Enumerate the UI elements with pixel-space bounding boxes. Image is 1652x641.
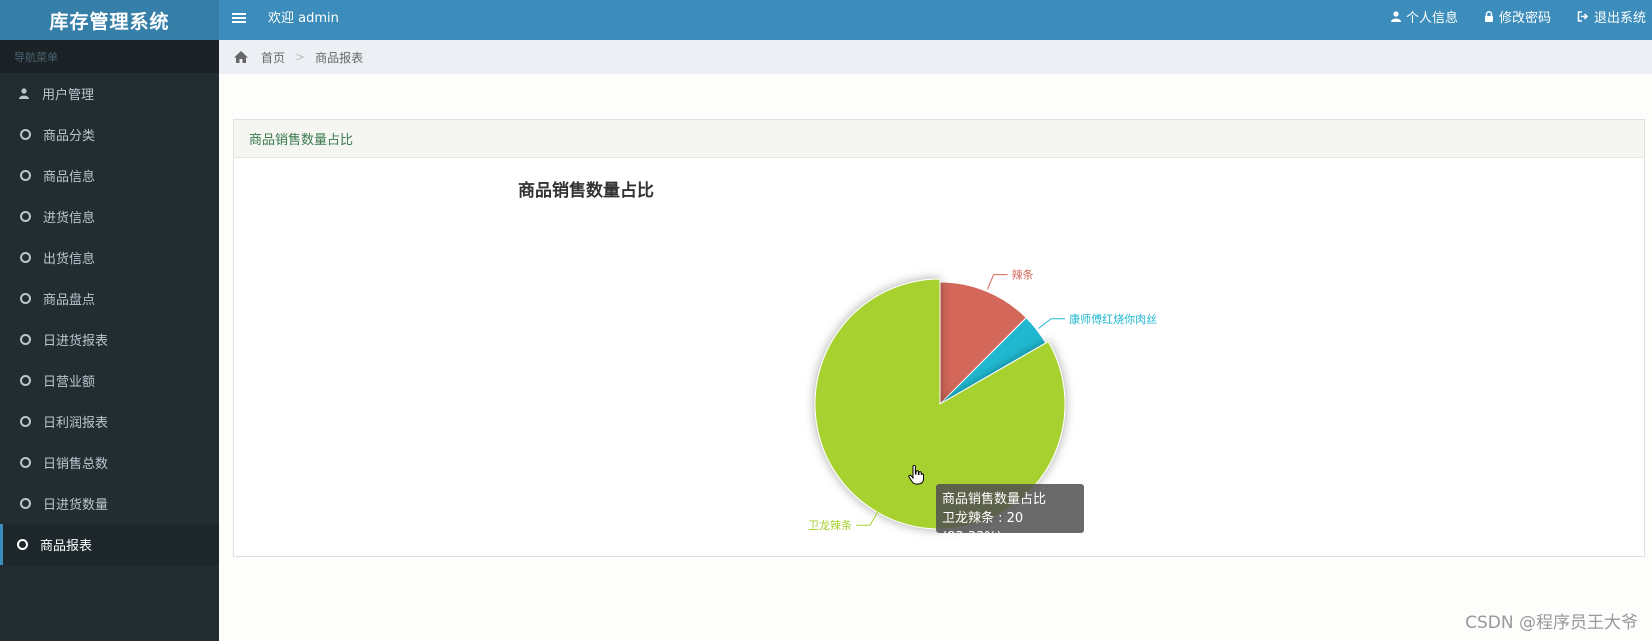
sidebar-item-label: 日进货报表 [43,334,109,349]
chart-tooltip: 商品销售数量占比 卫龙辣条 : 20 (83.33%) [936,484,1084,545]
user-icon [1390,10,1401,22]
circle-icon [20,129,31,140]
sidebar-item-label: 日利润报表 [43,416,109,431]
sidebar-item-user-management[interactable]: 用户管理 [0,73,219,114]
sidebar-item-daily-revenue[interactable]: 日营业额 [0,360,219,401]
breadcrumb-separator: > [295,50,306,64]
sidebar-item-daily-profit-report[interactable]: 日利润报表 [0,401,219,442]
app-brand[interactable]: 库存管理系统 [0,0,219,40]
sidebar-item-inventory-check[interactable]: 商品盘点 [0,278,219,319]
pie-slice-label: 卫龙辣条 [808,518,852,532]
circle-icon [20,293,31,304]
sidebar-item-label: 出货信息 [43,252,96,267]
chart-title: 商品销售数量占比 [518,180,654,201]
sidebar-item-daily-purchase-quantity[interactable]: 日进货数量 [0,483,219,524]
top-actions: 个人信息 修改密码 退出系统 [1390,0,1652,32]
pie-slice-label: 辣条 [1012,268,1034,282]
sidebar-item-label: 商品信息 [43,170,96,185]
sidebar: 导航菜单 用户管理 商品分类 商品信息 进货信息 出货信息 商品盘点 日进货报表… [0,40,219,641]
breadcrumb-home-link[interactable]: 首页 [261,49,285,66]
circle-icon [20,252,31,263]
panel-heading: 商品销售数量占比 [234,120,1644,158]
sidebar-item-label: 日销售总数 [43,457,109,472]
pie-leader-line [855,511,879,526]
sidebar-header: 导航菜单 [0,40,219,73]
profile-label: 个人信息 [1405,10,1458,26]
menu-toggle-icon[interactable] [232,11,246,25]
hand-cursor-icon [908,465,924,485]
sidebar-item-label: 日营业额 [43,375,96,390]
sidebar-menu: 用户管理 商品分类 商品信息 进货信息 出货信息 商品盘点 日进货报表 日营业额… [0,73,219,565]
sign-out-icon [1577,10,1589,22]
sidebar-item-shipment-info[interactable]: 出货信息 [0,237,219,278]
lock-icon [1484,10,1493,22]
circle-icon [17,539,28,550]
tooltip-value: 卫龙辣条 : 20 (83.33%) [942,511,1024,545]
sidebar-item-label: 商品报表 [40,539,93,554]
circle-icon [20,498,31,509]
sidebar-item-product-info[interactable]: 商品信息 [0,155,219,196]
circle-icon [20,334,31,345]
chart-area: 商品销售数量占比 辣条康师傅红烧你肉丝卫龙辣条 商品销售数量占比 卫龙辣条 : … [234,158,1644,556]
circle-icon [20,416,31,427]
user-icon [19,88,29,99]
circle-icon [20,170,31,181]
sidebar-item-daily-purchase-report[interactable]: 日进货报表 [0,319,219,360]
top-navbar: 库存管理系统 欢迎 admin 个人信息 修改密码 退出系统 [0,0,1652,40]
breadcrumb: 首页 > 商品报表 [219,40,1652,74]
logout-link[interactable]: 退出系统 [1577,7,1646,26]
sidebar-item-category[interactable]: 商品分类 [0,114,219,155]
breadcrumb-current: 商品报表 [315,50,364,65]
sidebar-item-product-report[interactable]: 商品报表 [0,524,219,565]
tooltip-title: 商品销售数量占比 [942,492,1047,507]
password-label: 修改密码 [1498,10,1551,26]
pie-leader-line [986,274,1008,290]
change-password-link[interactable]: 修改密码 [1484,7,1551,26]
pie-slice-label: 康师傅红烧你肉丝 [1069,312,1157,326]
sidebar-item-daily-sales-total[interactable]: 日销售总数 [0,442,219,483]
circle-icon [20,375,31,386]
pie-leader-line [1038,318,1066,329]
sidebar-item-label: 进货信息 [43,211,96,226]
profile-link[interactable]: 个人信息 [1390,7,1458,26]
circle-icon [20,457,31,468]
welcome-text: 欢迎 admin [268,10,339,26]
circle-icon [20,211,31,222]
chart-panel: 商品销售数量占比 商品销售数量占比 辣条康师傅红烧你肉丝卫龙辣条 商品销售数量占… [233,119,1645,557]
sidebar-item-label: 商品分类 [43,129,96,144]
home-icon[interactable] [233,50,249,64]
sidebar-item-purchase-info[interactable]: 进货信息 [0,196,219,237]
watermark: CSDN @程序员王大爷 [1465,613,1638,633]
logout-label: 退出系统 [1593,10,1646,26]
sidebar-item-label: 用户管理 [42,88,95,103]
sidebar-item-label: 日进货数量 [43,498,109,513]
sidebar-item-label: 商品盘点 [43,293,96,308]
